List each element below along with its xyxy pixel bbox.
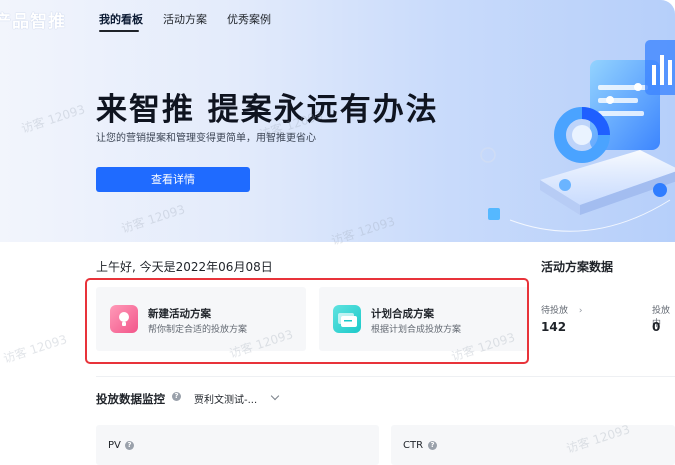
stat-label-text: 待投放 xyxy=(541,306,569,316)
watermark: 访客 12093 xyxy=(1,332,69,366)
stat-label-pending[interactable]: 待投放 › xyxy=(541,303,583,316)
nav-tab-excellent-cases[interactable]: 优秀案例 xyxy=(227,11,271,27)
stat-value-pending: 142 xyxy=(541,320,567,334)
chevron-down-icon[interactable] xyxy=(270,391,280,401)
hero-illustration xyxy=(480,40,675,232)
help-icon[interactable]: ? xyxy=(125,441,134,450)
chevron-right-icon: › xyxy=(578,306,583,316)
section-divider xyxy=(96,376,675,377)
nav-tab-activity-plans[interactable]: 活动方案 xyxy=(163,11,207,27)
campaign-selector[interactable]: 贾利文测试-... xyxy=(194,391,257,406)
greeting-text: 上午好, 今天是2022年06月08日 xyxy=(96,260,273,274)
view-details-button[interactable]: 查看详情 xyxy=(96,167,250,192)
help-icon[interactable]: ? xyxy=(428,441,437,450)
hero-subtitle: 让您的营销提案和管理变得更简单，用智推更省心 xyxy=(96,133,316,144)
app-logo: 产品智推 xyxy=(0,12,66,32)
pv-label: PV xyxy=(108,440,121,451)
activity-stats-title: 活动方案数据 xyxy=(541,260,614,274)
ctr-label: CTR xyxy=(403,440,424,451)
pv-metric-card xyxy=(96,425,379,465)
active-tab-indicator xyxy=(99,30,139,32)
highlight-box xyxy=(85,278,529,364)
nav-tab-dashboard[interactable]: 我的看板 xyxy=(99,11,143,27)
hero-banner: 产品智推 我的看板 活动方案 优秀案例 来智推 提案永远有办法 让您的营销提案和… xyxy=(0,0,675,242)
help-icon[interactable]: ? xyxy=(172,392,181,401)
monitor-title: 投放数据监控 xyxy=(96,392,165,406)
stat-value-in-progress: 0 xyxy=(652,320,661,334)
hero-title: 来智推 提案永远有办法 xyxy=(96,92,439,128)
